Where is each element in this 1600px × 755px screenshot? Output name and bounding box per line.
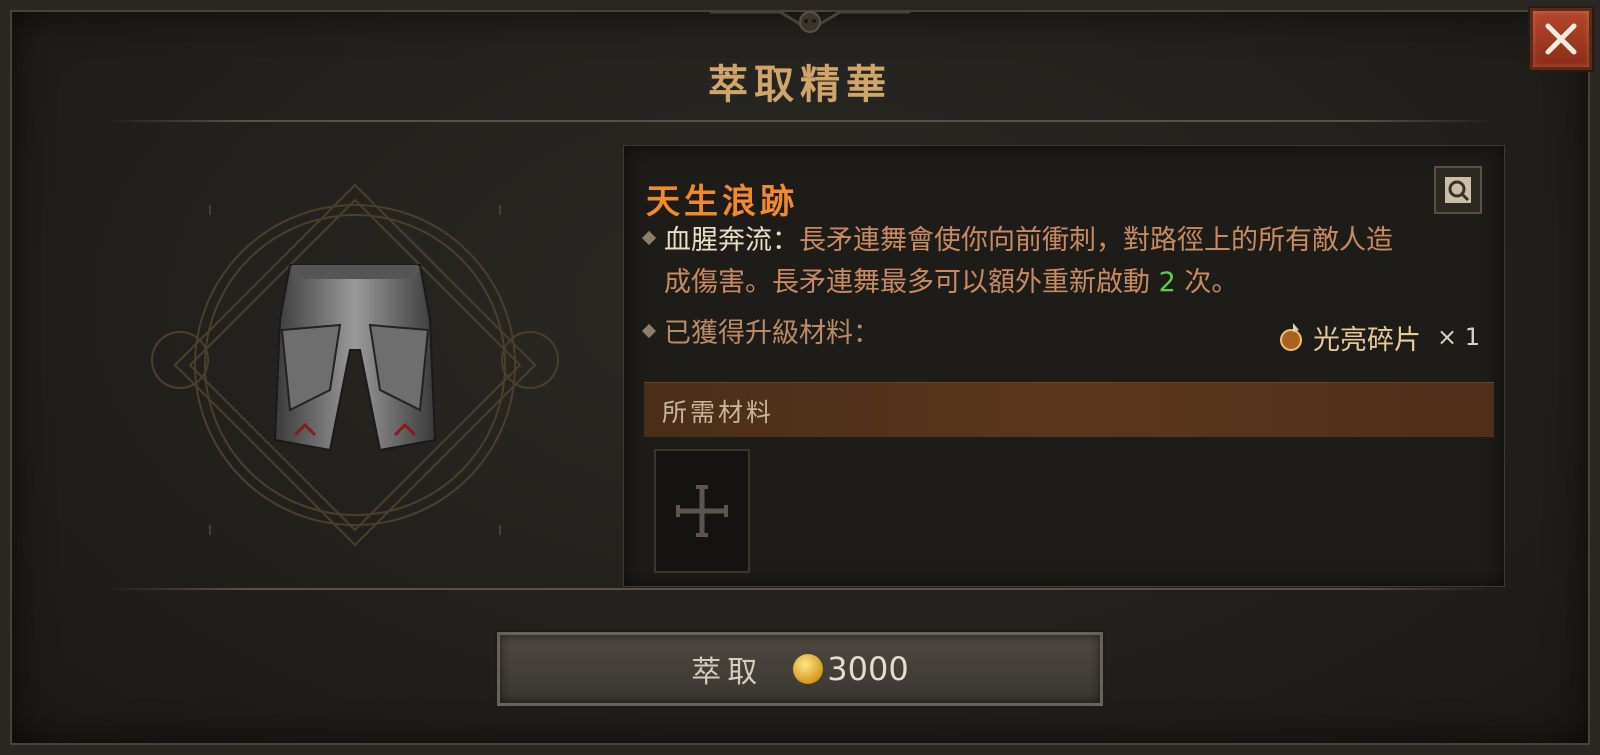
aspect-panel: 天生浪跡 血腥奔流：長矛連舞會使你向前衝刺，對路徑上的所有敵人造 成傷害。長矛連… [623, 145, 1505, 587]
materials-label: 已獲得升級材料： [664, 318, 880, 349]
title-divider [104, 120, 1496, 122]
material-slot[interactable] [654, 449, 750, 573]
pants-item-icon [273, 264, 437, 452]
inspect-icon [1445, 177, 1471, 203]
material-entry: 光亮碎片 × 1 [1279, 316, 1480, 358]
aspect-desc-1: 長矛連舞會使你向前衝刺，對路徑上的所有敵人造 [799, 225, 1393, 256]
material-name: 光亮碎片 [1313, 324, 1421, 356]
aspect-desc-2a: 成傷害。長矛連舞最多可以額外重新啟動 [664, 267, 1159, 298]
inspect-button[interactable] [1434, 166, 1482, 214]
item-name: 天生浪跡 [646, 182, 798, 222]
extract-cost: 3000 [827, 650, 909, 688]
shard-icon [1280, 323, 1302, 351]
aspect-name: 血腥奔流 [664, 225, 772, 256]
materials-obtained: 已獲得升級材料： [664, 313, 880, 355]
window-title: 萃取精華 [708, 61, 892, 108]
extract-button[interactable]: 萃取 3000 [497, 632, 1103, 706]
required-materials-header: 所需材料 [644, 382, 1494, 438]
aspect-line-1: 血腥奔流：長矛連舞會使你向前衝刺，對路徑上的所有敵人造 [664, 220, 1393, 262]
bullet-icon [641, 230, 657, 246]
required-label: 所需材料 [662, 398, 775, 427]
aspect-desc-2b: 次。 [1175, 267, 1239, 298]
skull-ornament-icon [710, 10, 910, 40]
item-display [150, 175, 560, 575]
aspect-separator: ： [772, 225, 799, 256]
add-slot-icon [676, 485, 728, 537]
aspect-line-2: 成傷害。長矛連舞最多可以額外重新啟動 2 次。 [664, 262, 1238, 304]
bottom-divider [104, 588, 1496, 590]
bullet-icon [641, 323, 657, 339]
extract-label: 萃取 [691, 655, 764, 690]
material-count: × 1 [1437, 323, 1481, 351]
gold-coin-icon [793, 654, 824, 684]
aspect-value: 2 [1158, 267, 1176, 298]
